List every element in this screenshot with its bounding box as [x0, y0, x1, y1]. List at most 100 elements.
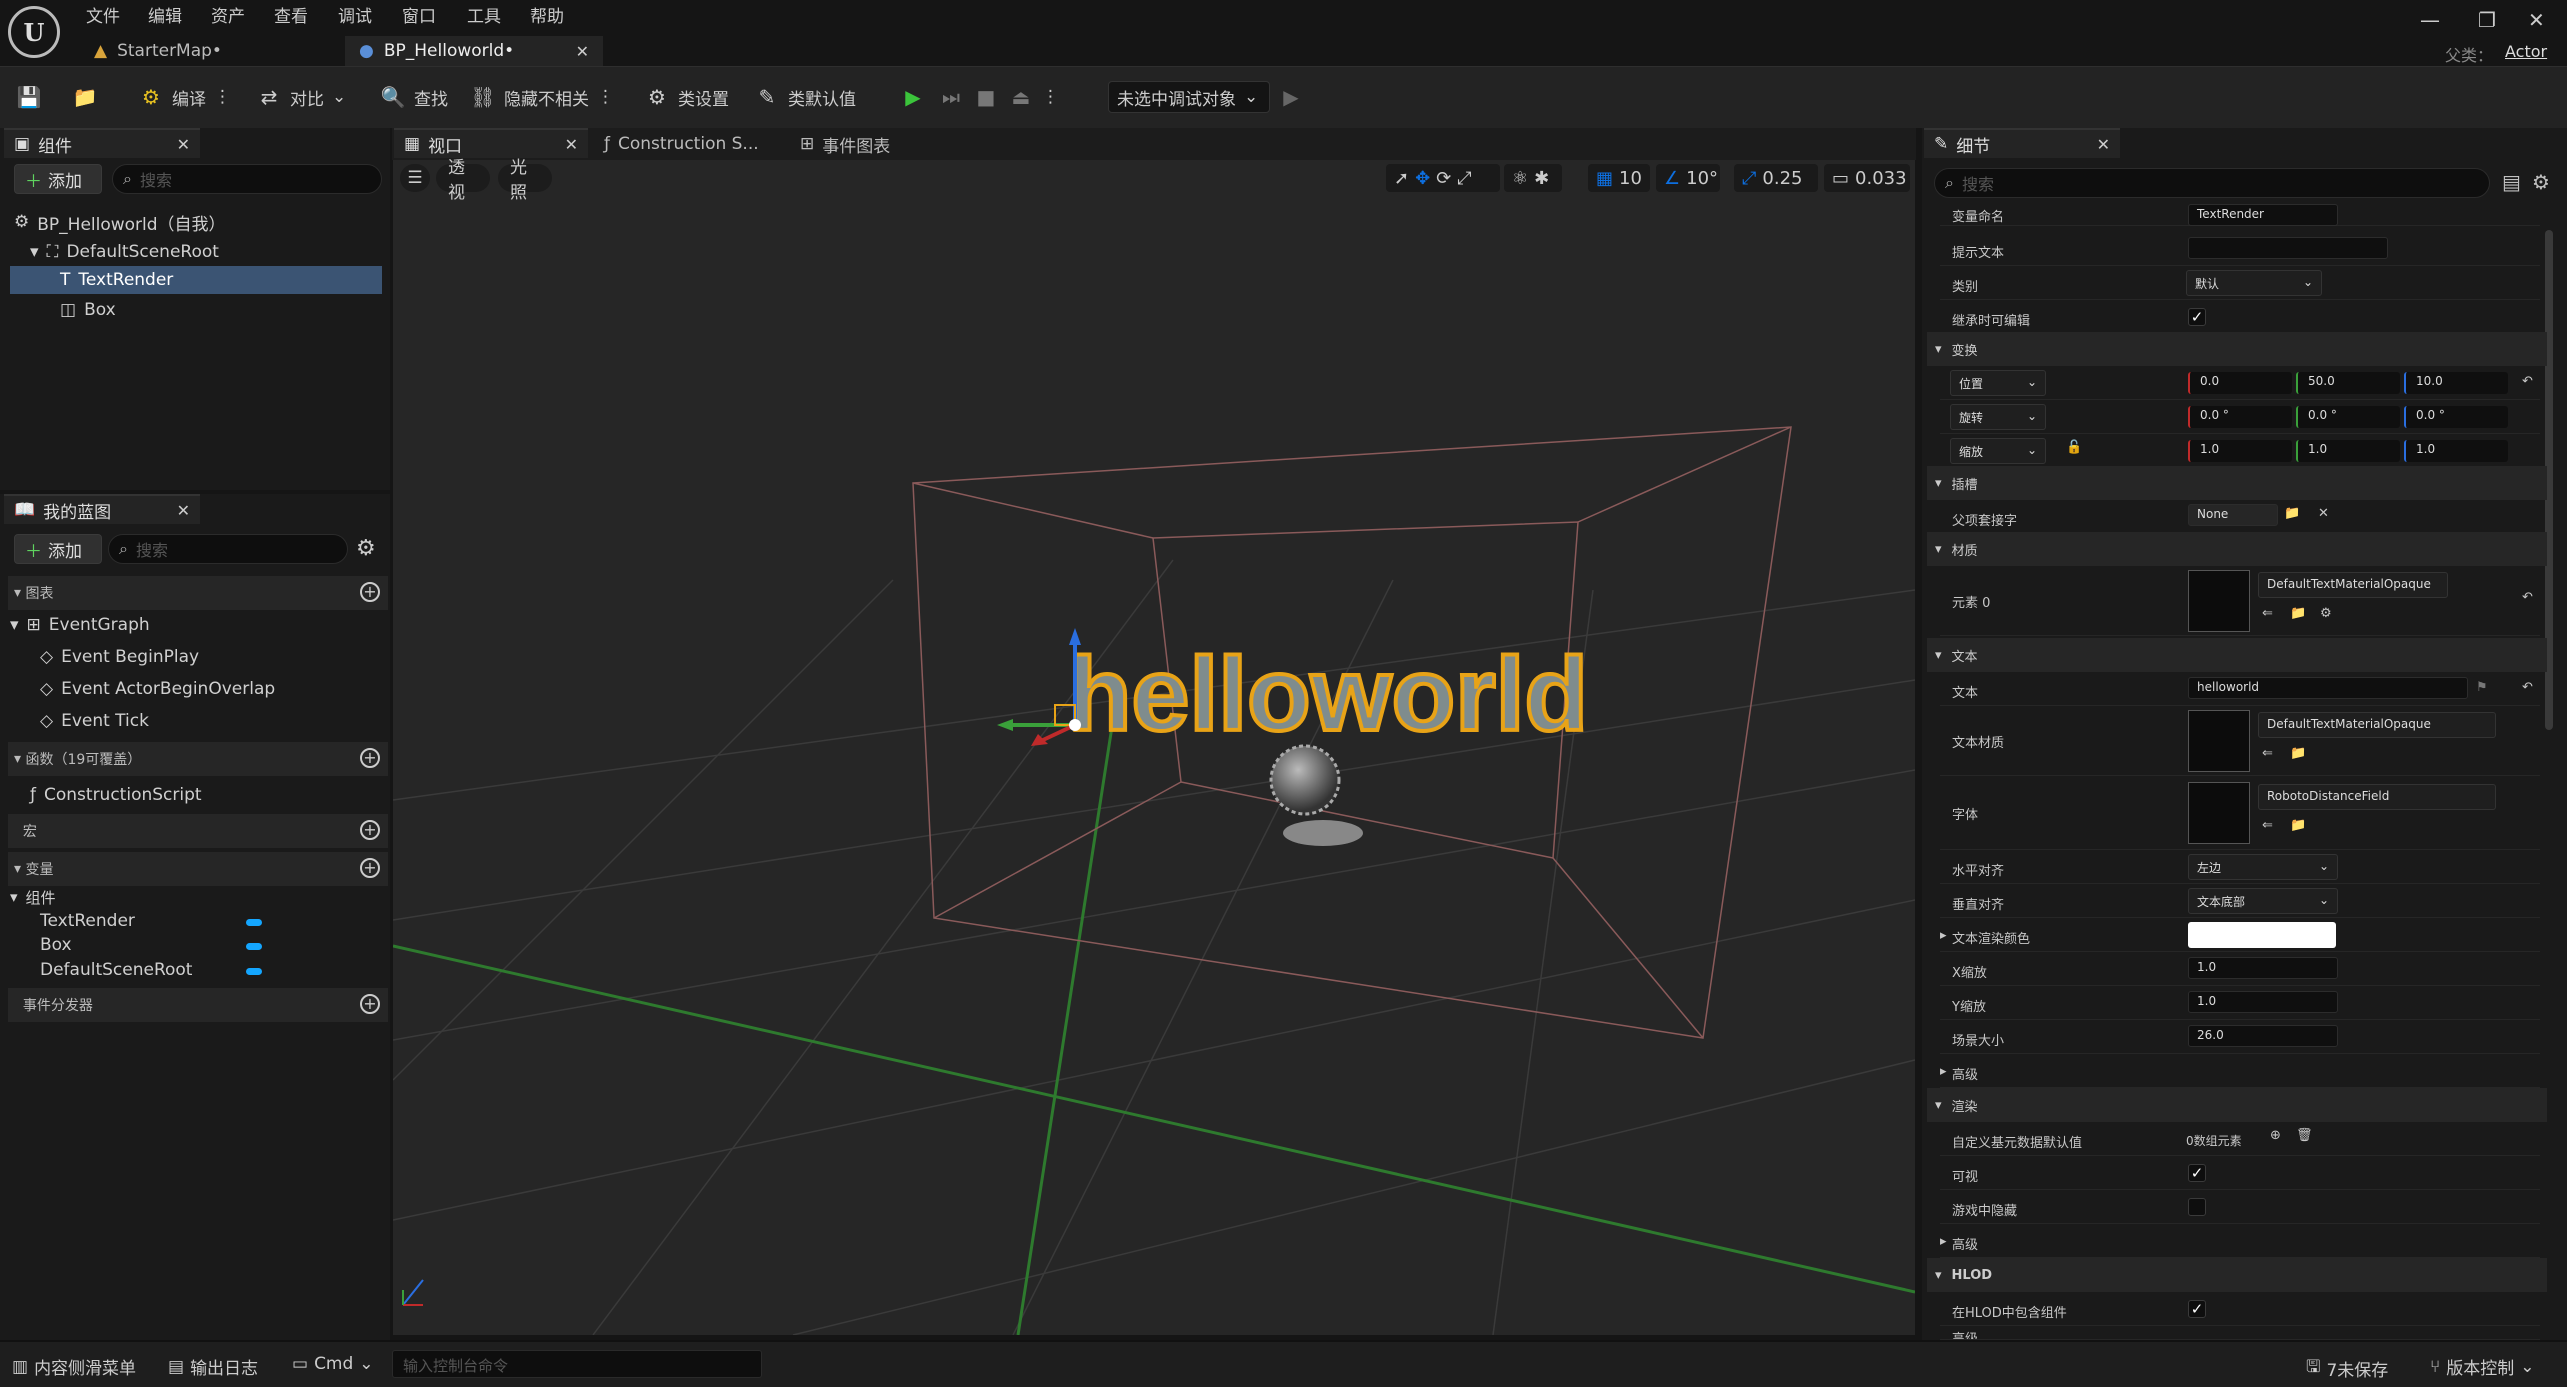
worldsize-field[interactable]: 26.0 [2188, 1025, 2338, 1047]
step-button[interactable]: ⏭ [938, 81, 964, 113]
row-hlod-advanced[interactable]: 高级 [1940, 1326, 2540, 1340]
viewport-3d[interactable]: helloworld [393, 160, 1915, 1335]
rotation-y-field[interactable]: 0.0 ° [2296, 406, 2400, 428]
tab-components[interactable]: ▣ 组件 ✕ [4, 128, 200, 158]
unsaved-button[interactable]: 🖫 7未保存 [2306, 1354, 2388, 1383]
text-material-thumbnail[interactable] [2188, 710, 2250, 772]
text-material-dropdown[interactable]: DefaultTextMaterialOpaque [2258, 712, 2496, 738]
tab-my-blueprint[interactable]: 📖 我的蓝图 ✕ [4, 494, 200, 524]
browse-socket-icon[interactable]: 📁 [2284, 506, 2300, 521]
valign-dropdown[interactable]: 文本底部 ⌄ [2188, 888, 2338, 914]
more-icon[interactable]: ⋮ [214, 87, 231, 107]
scale-snap-button[interactable]: ⤢ 0.25 [1734, 164, 1818, 192]
menu-tools[interactable]: 工具 [467, 2, 501, 27]
location-y-field[interactable]: 50.0 [2296, 372, 2400, 394]
section-functions[interactable]: ▾ 函数（19可覆盖） + [8, 742, 388, 776]
add-member-button[interactable]: ＋ 添加 [14, 534, 102, 564]
parent-socket-field[interactable]: None [2188, 504, 2278, 526]
stop-button[interactable]: ■ [973, 81, 999, 113]
add-macro-icon[interactable]: + [360, 820, 380, 840]
hidden-in-game-checkbox[interactable] [2188, 1198, 2206, 1216]
menu-window[interactable]: 窗口 [402, 2, 436, 27]
tab-startermap[interactable]: ▲ StarterMap• [80, 36, 340, 66]
section-rendering[interactable]: ▾ 渲染 [1927, 1088, 2547, 1122]
tooltip-field[interactable] [2188, 237, 2388, 259]
reset-icon[interactable]: ↶ [2522, 680, 2533, 695]
cmd-dropdown[interactable]: ▭ Cmd ⌄ [292, 1354, 374, 1374]
expand-icon[interactable]: ▸ [1940, 928, 1947, 943]
location-z-field[interactable]: 10.0 [2404, 372, 2508, 394]
transform-tools[interactable]: ➚ ✥ ⟳ ⤢ [1386, 164, 1500, 192]
menu-help[interactable]: 帮助 [530, 2, 564, 27]
editable-checkbox[interactable]: ✓ [2188, 308, 2206, 326]
class-defaults-button[interactable]: ✎ 类默认值 [754, 81, 856, 113]
xscale-field[interactable]: 1.0 [2188, 957, 2338, 979]
material-dropdown[interactable]: DefaultTextMaterialOpaque [2258, 572, 2448, 598]
browse-icon[interactable]: 📁 [2290, 606, 2306, 621]
play-button[interactable]: ▶ [900, 81, 926, 113]
tree-item-box[interactable]: ◫ Box [60, 296, 116, 324]
add-element-icon[interactable]: ⊕ [2270, 1128, 2281, 1143]
text-color-swatch[interactable] [2188, 922, 2336, 948]
event-beginplay-item[interactable]: ◇ Event BeginPlay [40, 644, 199, 670]
flag-icon[interactable]: ⚑ [2476, 680, 2488, 695]
section-variables[interactable]: ▾ 变量 + [8, 852, 388, 886]
section-graphs[interactable]: ▾ 图表 + [8, 576, 388, 610]
location-x-field[interactable]: 0.0 [2188, 372, 2292, 394]
debug-filter-icon[interactable]: ▶ [1278, 81, 1304, 113]
scale-icon[interactable]: ⤢ [1457, 168, 1471, 189]
angle-snap-button[interactable]: ∠ 10° [1656, 164, 1720, 192]
section-hlod[interactable]: ▾ HLOD [1927, 1258, 2547, 1292]
settings-gear-icon[interactable]: ⚙ [356, 536, 376, 561]
yscale-field[interactable]: 1.0 [2188, 991, 2338, 1013]
var-item-defaultsceneroot[interactable]: DefaultSceneRoot [40, 957, 192, 983]
debug-object-select[interactable]: 未选中调试对象 ⌄ [1108, 81, 1270, 113]
details-search-input[interactable]: ⌕ 搜索 [1934, 168, 2490, 198]
hide-unrelated-button[interactable]: ⛓ 隐藏不相关 ⋮ [470, 81, 614, 113]
eject-button[interactable]: ⏏ ⋮ [1008, 81, 1059, 113]
location-dropdown[interactable]: 位置 ⌄ [1950, 370, 2046, 396]
tree-item-textrender[interactable]: T TextRender [10, 266, 382, 294]
close-icon[interactable]: ✕ [177, 135, 190, 154]
visible-checkbox[interactable]: ✓ [2188, 1164, 2206, 1182]
tab-viewport[interactable]: ▦ 视口 ✕ [394, 128, 588, 158]
use-selected-icon[interactable]: ⇐ [2262, 606, 2273, 621]
components-search-input[interactable]: ⌕ 搜索 [112, 164, 382, 194]
material-thumbnail[interactable] [2188, 570, 2250, 632]
table-view-icon[interactable]: ▤ [2502, 170, 2521, 194]
mybp-search-input[interactable]: ⌕ 搜索 [108, 534, 348, 564]
unreal-logo-icon[interactable]: U [8, 6, 60, 58]
scale-dropdown[interactable]: 缩放 ⌄ [1950, 438, 2046, 464]
add-function-icon[interactable]: + [360, 748, 380, 768]
event-overlap-item[interactable]: ◇ Event ActorBeginOverlap [40, 676, 275, 702]
menu-file[interactable]: 文件 [86, 2, 120, 27]
settings-icon[interactable]: ⚙ [2532, 170, 2550, 194]
find-button[interactable]: 🔍 查找 [380, 81, 448, 113]
select-icon[interactable]: ➚ [1394, 168, 1409, 189]
hlod-include-checkbox[interactable]: ✓ [2188, 1300, 2206, 1318]
add-variable-icon[interactable]: + [360, 858, 380, 878]
save-icon[interactable]: 💾 [16, 81, 42, 113]
tab-event-graph[interactable]: ⊞ 事件图表 [790, 128, 930, 158]
rotation-z-field[interactable]: 0.0 ° [2404, 406, 2508, 428]
section-text[interactable]: ▾ 文本 [1927, 638, 2547, 672]
text-value-field[interactable]: helloworld [2188, 677, 2468, 699]
construction-script-item[interactable]: ƒ ConstructionScript [30, 782, 202, 808]
scale-z-field[interactable]: 1.0 [2404, 440, 2508, 462]
expand-icon[interactable]: ▾ [30, 242, 39, 262]
menu-edit[interactable]: 编辑 [148, 2, 182, 27]
more-icon-2[interactable]: ⋮ [597, 87, 614, 107]
console-input[interactable]: 输入控制台命令 [392, 1350, 762, 1378]
output-log-button[interactable]: ▤ 输出日志 [168, 1354, 258, 1380]
row-text-advanced[interactable]: ▸ 高级 [1940, 1054, 2540, 1088]
section-dispatchers[interactable]: 事件分发器 + [8, 988, 388, 1022]
helloworld-text-render[interactable]: helloworld [1066, 635, 1590, 755]
minimize-icon[interactable]: — [2420, 8, 2440, 32]
settings-icon[interactable]: ⚙ [2320, 606, 2332, 621]
grid-snap-button[interactable]: ▦ 10 [1588, 164, 1650, 192]
var-name-field[interactable]: TextRender [2188, 204, 2338, 226]
restore-icon[interactable]: ❐ [2478, 8, 2496, 32]
use-selected-icon[interactable]: ⇐ [2262, 818, 2273, 833]
use-selected-icon[interactable]: ⇐ [2262, 746, 2273, 761]
halign-dropdown[interactable]: 左边 ⌄ [2188, 854, 2338, 880]
